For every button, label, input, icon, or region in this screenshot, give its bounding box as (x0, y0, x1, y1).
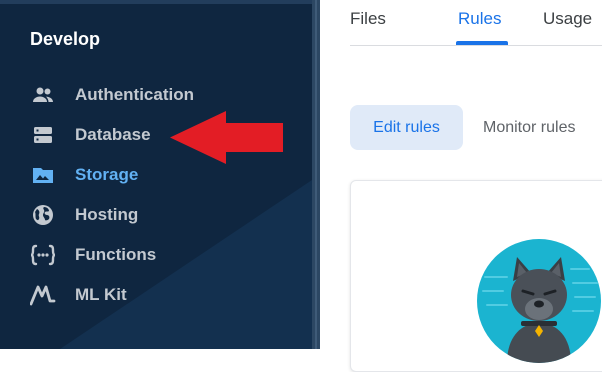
tab-usage[interactable]: Usage (543, 9, 592, 29)
database-icon (30, 122, 56, 148)
sidebar-item-label: ML Kit (75, 285, 127, 304)
sidebar-item-authentication[interactable]: Authentication (30, 80, 194, 110)
sidebar-item-label: Storage (75, 165, 139, 184)
sidebar-item-label: Database (75, 125, 151, 144)
sidebar-section-title: Develop (30, 29, 101, 49)
active-tab-indicator (456, 41, 508, 45)
monitor-rules-button[interactable]: Monitor rules (483, 105, 575, 150)
sidebar-item-ml-kit[interactable]: ML Kit (30, 280, 127, 310)
main-content: Files Rules Usage Edit rules Monitor rul… (320, 0, 602, 372)
sidebar-item-functions[interactable]: Functions (30, 240, 156, 270)
tab-bar: Files Rules Usage (350, 0, 602, 46)
sidebar-item-label: Authentication (75, 85, 194, 104)
ml-kit-icon (30, 282, 56, 308)
sidebar-item-label: Hosting (75, 205, 139, 224)
functions-icon (30, 242, 56, 268)
dog-mascot-illustration (477, 239, 601, 363)
sidebar-item-storage[interactable]: Storage (30, 160, 138, 190)
tab-rules[interactable]: Rules (458, 9, 501, 29)
rules-card (350, 180, 602, 372)
sidebar-nav: Develop Authentication Database Storage … (0, 0, 312, 349)
red-arrow-annotation (170, 111, 283, 164)
globe-icon (30, 202, 56, 228)
people-icon (30, 82, 56, 108)
sidebar-divider (312, 0, 320, 349)
storage-folder-icon (30, 162, 56, 188)
sidebar-item-database[interactable]: Database (30, 120, 151, 150)
tab-files[interactable]: Files (350, 9, 386, 29)
sidebar-top-border (0, 0, 312, 4)
sidebar-item-label: Functions (75, 245, 157, 264)
sidebar-item-hosting[interactable]: Hosting (30, 200, 138, 230)
edit-rules-button[interactable]: Edit rules (350, 105, 463, 150)
